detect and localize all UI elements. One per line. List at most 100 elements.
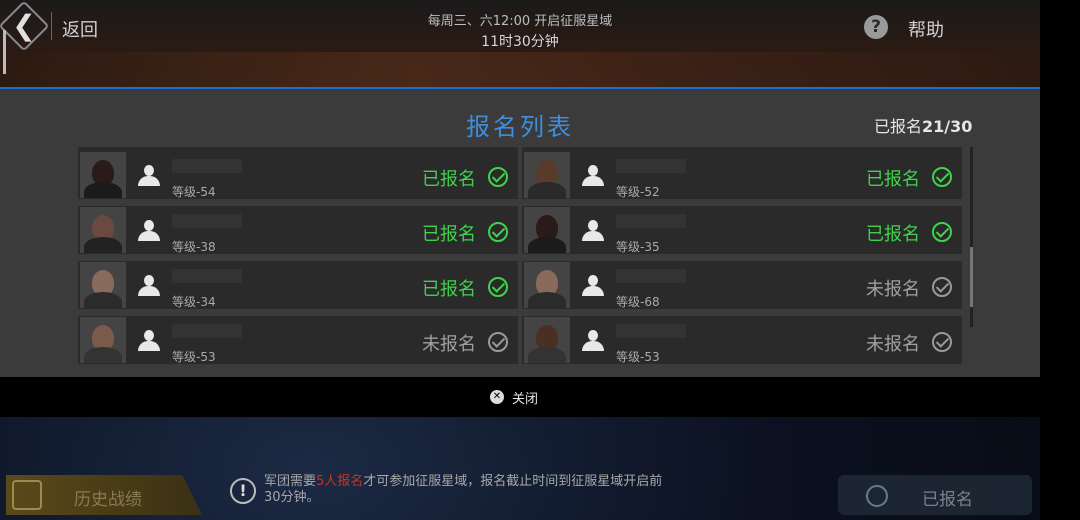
player-level: 等级-53 (172, 350, 216, 364)
notice-text: 军团需要5人报名才可参加征服星域，报名截止时间到征服星域开启前 30分钟。 (264, 474, 734, 506)
user-icon-body (138, 341, 160, 351)
player-avatar[interactable] (80, 317, 126, 363)
status-check-icon (488, 277, 508, 297)
warning-icon: ! (230, 478, 256, 504)
user-icon (136, 275, 162, 297)
registration-status: 已报名 (422, 224, 476, 245)
player-level: 等级-54 (172, 185, 216, 199)
list-scrollbar-thumb[interactable] (970, 247, 973, 307)
player-name-redacted (616, 159, 686, 173)
schedule-info: 每周三、六12:00 开启征服星域 11时30分钟 (380, 10, 660, 51)
player-name-redacted (616, 214, 686, 228)
status-check-icon (488, 222, 508, 242)
player-name-redacted (172, 214, 242, 228)
list-item[interactable]: 等级-53 未报名 (78, 316, 518, 364)
signup-label[interactable]: 已报名 (922, 485, 973, 510)
list-item[interactable]: 等级-34 已报名 (78, 261, 518, 309)
player-level: 等级-34 (172, 295, 216, 309)
registration-status: 已报名 (866, 224, 920, 245)
registration-status: 未报名 (422, 334, 476, 355)
help-icon[interactable]: ? (864, 15, 888, 39)
panel-title: 报名列表 (466, 113, 574, 141)
registration-list-panel: 报名列表 已报名21/30 等级-54 已报名 等级-52 已报名 等级-38 已报名 等级… (0, 87, 1040, 377)
player-level: 等级-35 (616, 240, 660, 254)
user-icon (136, 330, 162, 352)
user-icon-head (144, 220, 154, 231)
notice-line2: 30分钟。 (264, 490, 320, 505)
avatar-body (528, 182, 566, 198)
status-check-icon (488, 332, 508, 352)
status-check-icon (932, 222, 952, 242)
player-avatar[interactable] (80, 262, 126, 308)
help-button[interactable]: 帮助 (908, 16, 944, 42)
user-icon-body (582, 231, 604, 241)
user-icon-body (582, 341, 604, 351)
player-avatar[interactable] (524, 262, 570, 308)
close-button[interactable]: 关闭 (512, 388, 538, 407)
notice-suffix: 才可参加征服星域，报名截止时间到征服星域开启前 (363, 474, 663, 489)
close-bar[interactable]: ✕ 关闭 (0, 377, 1040, 417)
schedule-text: 每周三、六12:00 开启征服星域 (427, 14, 613, 29)
list-item[interactable]: 等级-35 已报名 (522, 206, 962, 254)
registration-status: 已报名 (422, 279, 476, 300)
user-icon (580, 165, 606, 187)
user-icon (580, 220, 606, 242)
player-level: 等级-53 (616, 350, 660, 364)
registration-status: 已报名 (866, 169, 920, 190)
user-icon-head (588, 165, 598, 176)
user-icon-body (582, 176, 604, 186)
player-avatar[interactable] (524, 317, 570, 363)
back-button[interactable]: 返回 (62, 16, 98, 42)
scene-band (0, 52, 1040, 88)
user-icon-body (138, 286, 160, 296)
user-icon (136, 165, 162, 187)
player-name-redacted (616, 324, 686, 338)
left-scroll-indicator (3, 30, 6, 74)
user-icon-body (138, 176, 160, 186)
history-label[interactable]: 历史战绩 (74, 485, 142, 510)
status-check-icon (932, 277, 952, 297)
registrant-list[interactable]: 等级-54 已报名 等级-52 已报名 等级-38 已报名 等级-35 已报名 等级-34 已报名… (78, 147, 962, 379)
avatar-body (84, 347, 122, 363)
registered-count-value: 21/30 (922, 117, 973, 136)
player-avatar[interactable] (80, 152, 126, 198)
user-icon-head (588, 330, 598, 341)
close-icon[interactable]: ✕ (490, 390, 504, 404)
avatar-body (528, 237, 566, 253)
notice-required: 5人报名 (316, 474, 364, 489)
player-level: 等级-52 (616, 185, 660, 199)
user-icon-head (144, 165, 154, 176)
history-badge-icon (12, 480, 42, 510)
user-icon-head (588, 220, 598, 231)
back-chevron-icon[interactable]: ❮ (10, 6, 38, 46)
avatar-body (528, 292, 566, 308)
user-icon (580, 330, 606, 352)
user-icon-head (588, 275, 598, 286)
user-icon-head (144, 275, 154, 286)
list-item[interactable]: 等级-68 未报名 (522, 261, 962, 309)
player-level: 等级-68 (616, 295, 660, 309)
registered-count-label: 已报名 (874, 117, 923, 136)
list-item[interactable]: 等级-54 已报名 (78, 151, 518, 199)
status-check-icon (932, 332, 952, 352)
signup-check-icon (866, 485, 888, 507)
user-icon-body (138, 231, 160, 241)
status-check-icon (932, 167, 952, 187)
registration-status: 未报名 (866, 334, 920, 355)
user-icon (580, 275, 606, 297)
player-name-redacted (172, 159, 242, 173)
list-scrollbar[interactable] (970, 147, 973, 327)
player-name-redacted (172, 269, 242, 283)
player-avatar[interactable] (80, 207, 126, 253)
list-item[interactable]: 等级-52 已报名 (522, 151, 962, 199)
right-edge (1040, 0, 1080, 520)
player-avatar[interactable] (524, 207, 570, 253)
registration-status: 未报名 (866, 279, 920, 300)
list-item[interactable]: 等级-38 已报名 (78, 206, 518, 254)
player-avatar[interactable] (524, 152, 570, 198)
countdown-text: 11时30分钟 (481, 34, 559, 50)
user-icon (136, 220, 162, 242)
list-item[interactable]: 等级-53 未报名 (522, 316, 962, 364)
registration-status: 已报名 (422, 169, 476, 190)
player-name-redacted (616, 269, 686, 283)
